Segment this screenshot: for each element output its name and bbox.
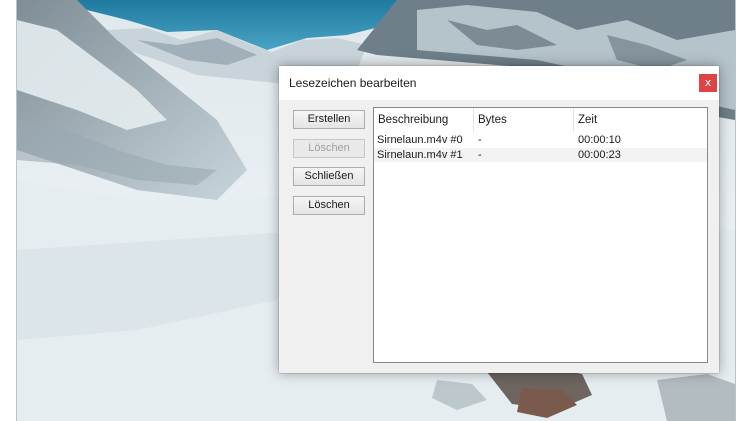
column-header-zeit[interactable]: Zeit	[574, 108, 707, 132]
dialog-titlebar[interactable]: Lesezeichen bearbeiten x	[279, 66, 719, 100]
row-time: 00:00:10	[578, 134, 621, 146]
column-header-beschreibung[interactable]: Beschreibung	[374, 108, 474, 132]
list-header: Beschreibung Bytes Zeit	[374, 108, 707, 132]
column-header-bytes[interactable]: Bytes	[474, 108, 574, 132]
row-bytes: -	[478, 149, 482, 161]
dialog-title: Lesezeichen bearbeiten	[289, 76, 417, 90]
create-button[interactable]: Erstellen	[293, 110, 365, 129]
row-description: Sirnelaun.m4v #0	[377, 134, 463, 146]
row-description: Sirnelaun.m4v #1	[377, 149, 463, 161]
edit-bookmarks-dialog: Lesezeichen bearbeiten x Erstellen Lösch…	[279, 66, 719, 373]
bookmarks-list[interactable]: Beschreibung Bytes Zeit Sirnelaun.m4v #0…	[373, 107, 708, 363]
screen: Lesezeichen bearbeiten x Erstellen Lösch…	[0, 0, 750, 421]
list-row[interactable]: Sirnelaun.m4v #1 - 00:00:23	[374, 148, 707, 162]
close-icon[interactable]: x	[699, 74, 717, 92]
delete-button[interactable]: Löschen	[293, 196, 365, 215]
close-button[interactable]: Schließen	[293, 167, 365, 186]
list-row[interactable]: Sirnelaun.m4v #0 - 00:00:10	[374, 133, 707, 147]
delete-button-disabled: Löschen	[293, 139, 365, 158]
row-bytes: -	[478, 134, 482, 146]
row-time: 00:00:23	[578, 149, 621, 161]
